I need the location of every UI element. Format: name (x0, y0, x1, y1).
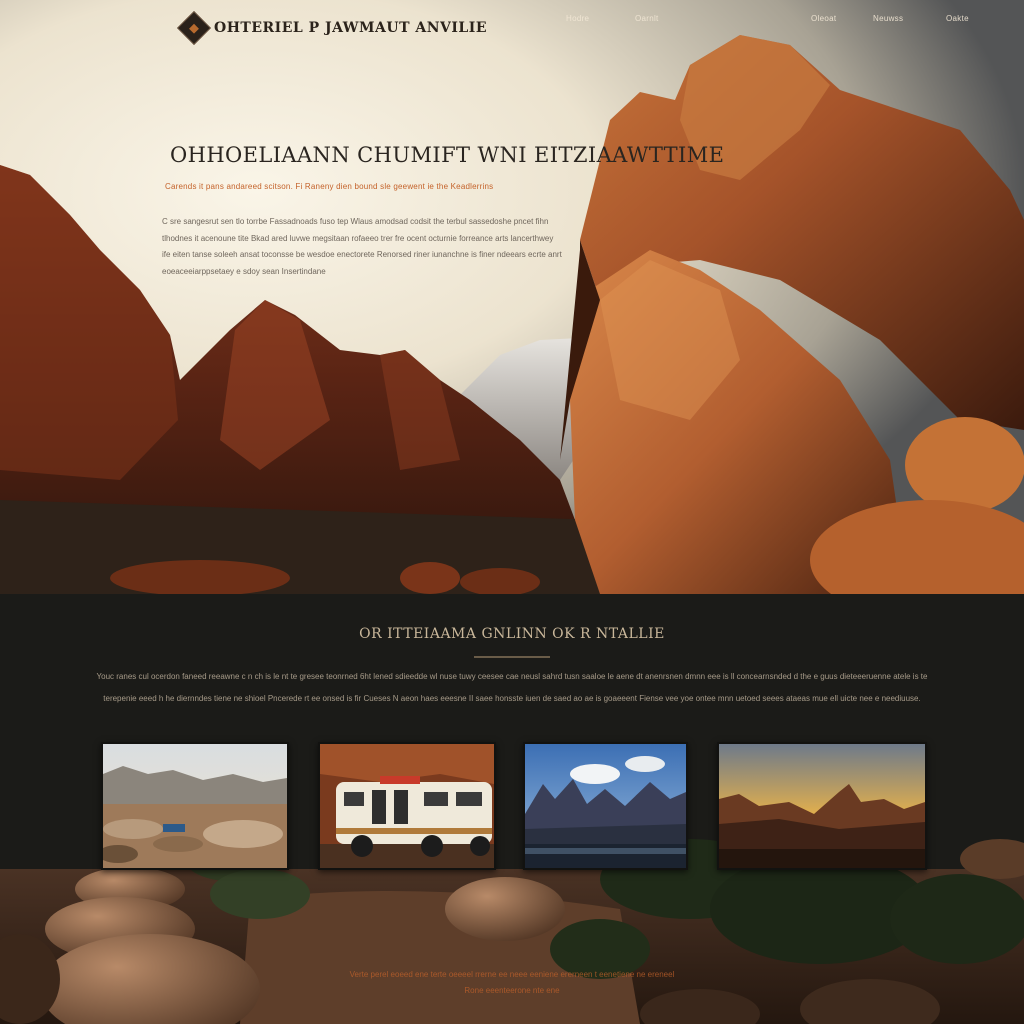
hero-background-image (0, 0, 1024, 594)
nav-item-5[interactable]: Oakte (946, 14, 969, 23)
desert-plain-image (103, 744, 287, 868)
footer-line-2: Rone eeenteerone nte ene (464, 986, 560, 995)
footer-line-1: Verte perel eoeed ene terte oeeeel rrern… (349, 970, 675, 979)
card-sunset-ridge[interactable] (717, 742, 927, 870)
top-navigation: Hodre Oarnlt Oleoat Neuwss Oakte (0, 14, 1024, 28)
rv-camper-image (320, 744, 494, 868)
nav-item-4[interactable]: Neuwss (873, 14, 903, 23)
section-title: OR ITTEIAAMA GNLINN OK R NTALLIE (359, 626, 665, 642)
content-section: OR ITTEIAAMA GNLINN OK R NTALLIE Youc ra… (0, 594, 1024, 1024)
mountain-lake-image (525, 744, 686, 868)
hero-body-text: C sre sangesrut sen tlo torrbe Fassadnoa… (162, 217, 562, 276)
card-rv-camper[interactable] (318, 742, 496, 870)
card-mountain-lake[interactable] (523, 742, 688, 870)
nav-item-1[interactable]: Hodre (566, 14, 589, 23)
section-body-text: Youc ranes cul ocerdon faneed reeawne c … (96, 672, 928, 703)
hero-title: OHHOELIAANN CHUMIFT WNI EITZIAAWTTIME (170, 143, 725, 167)
section-divider (474, 656, 550, 658)
nav-item-3[interactable]: Oleoat (811, 14, 836, 23)
hero-subtitle: Carends it pans andareed scitson. Fi Ran… (165, 182, 494, 191)
nav-item-2[interactable]: Oarnlt (635, 14, 659, 23)
card-desert-plain[interactable] (101, 742, 289, 870)
sunset-ridge-image (719, 744, 925, 868)
hero-section: OHTERIEL P JAWMAUT ANVILIE Hodre Oarnlt … (0, 0, 1024, 594)
